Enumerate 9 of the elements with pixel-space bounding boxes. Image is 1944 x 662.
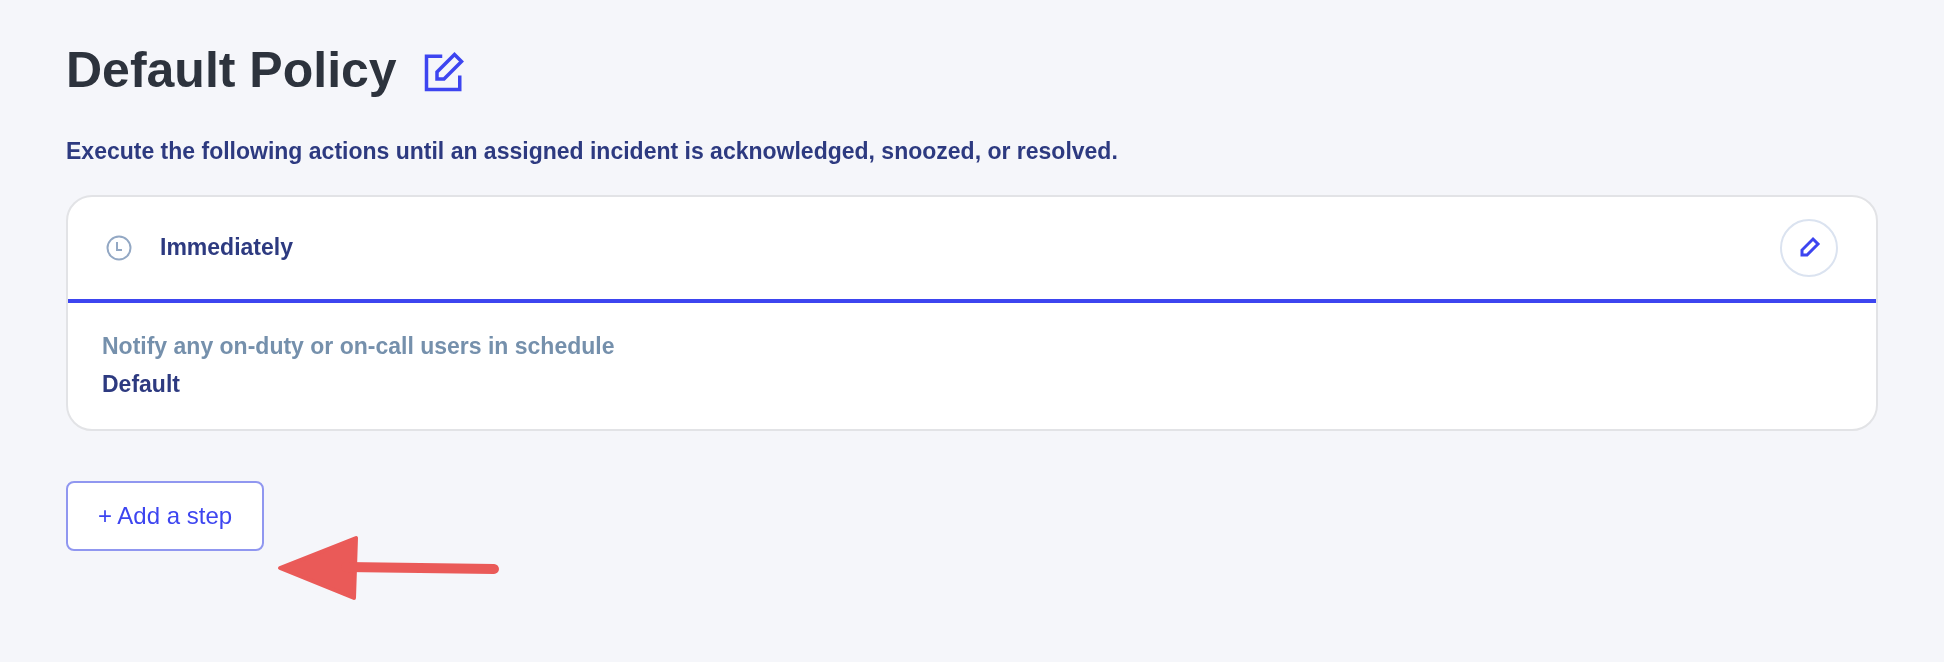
edit-icon[interactable] (422, 51, 465, 93)
step-timing: Immediately (160, 233, 293, 263)
page-title: Default Policy (66, 41, 397, 100)
clock-icon (106, 234, 132, 261)
edit-step-button[interactable] (1780, 218, 1838, 277)
schedule-name: Default (102, 369, 181, 399)
policy-description: Execute the following actions until an assigned incident is acknowledged, snoozed, or resolved. (66, 137, 1119, 166)
add-step-button[interactable]: + Add a step (66, 480, 265, 551)
step-action: Notify any on-duty or on-call users in schedule (102, 331, 616, 361)
